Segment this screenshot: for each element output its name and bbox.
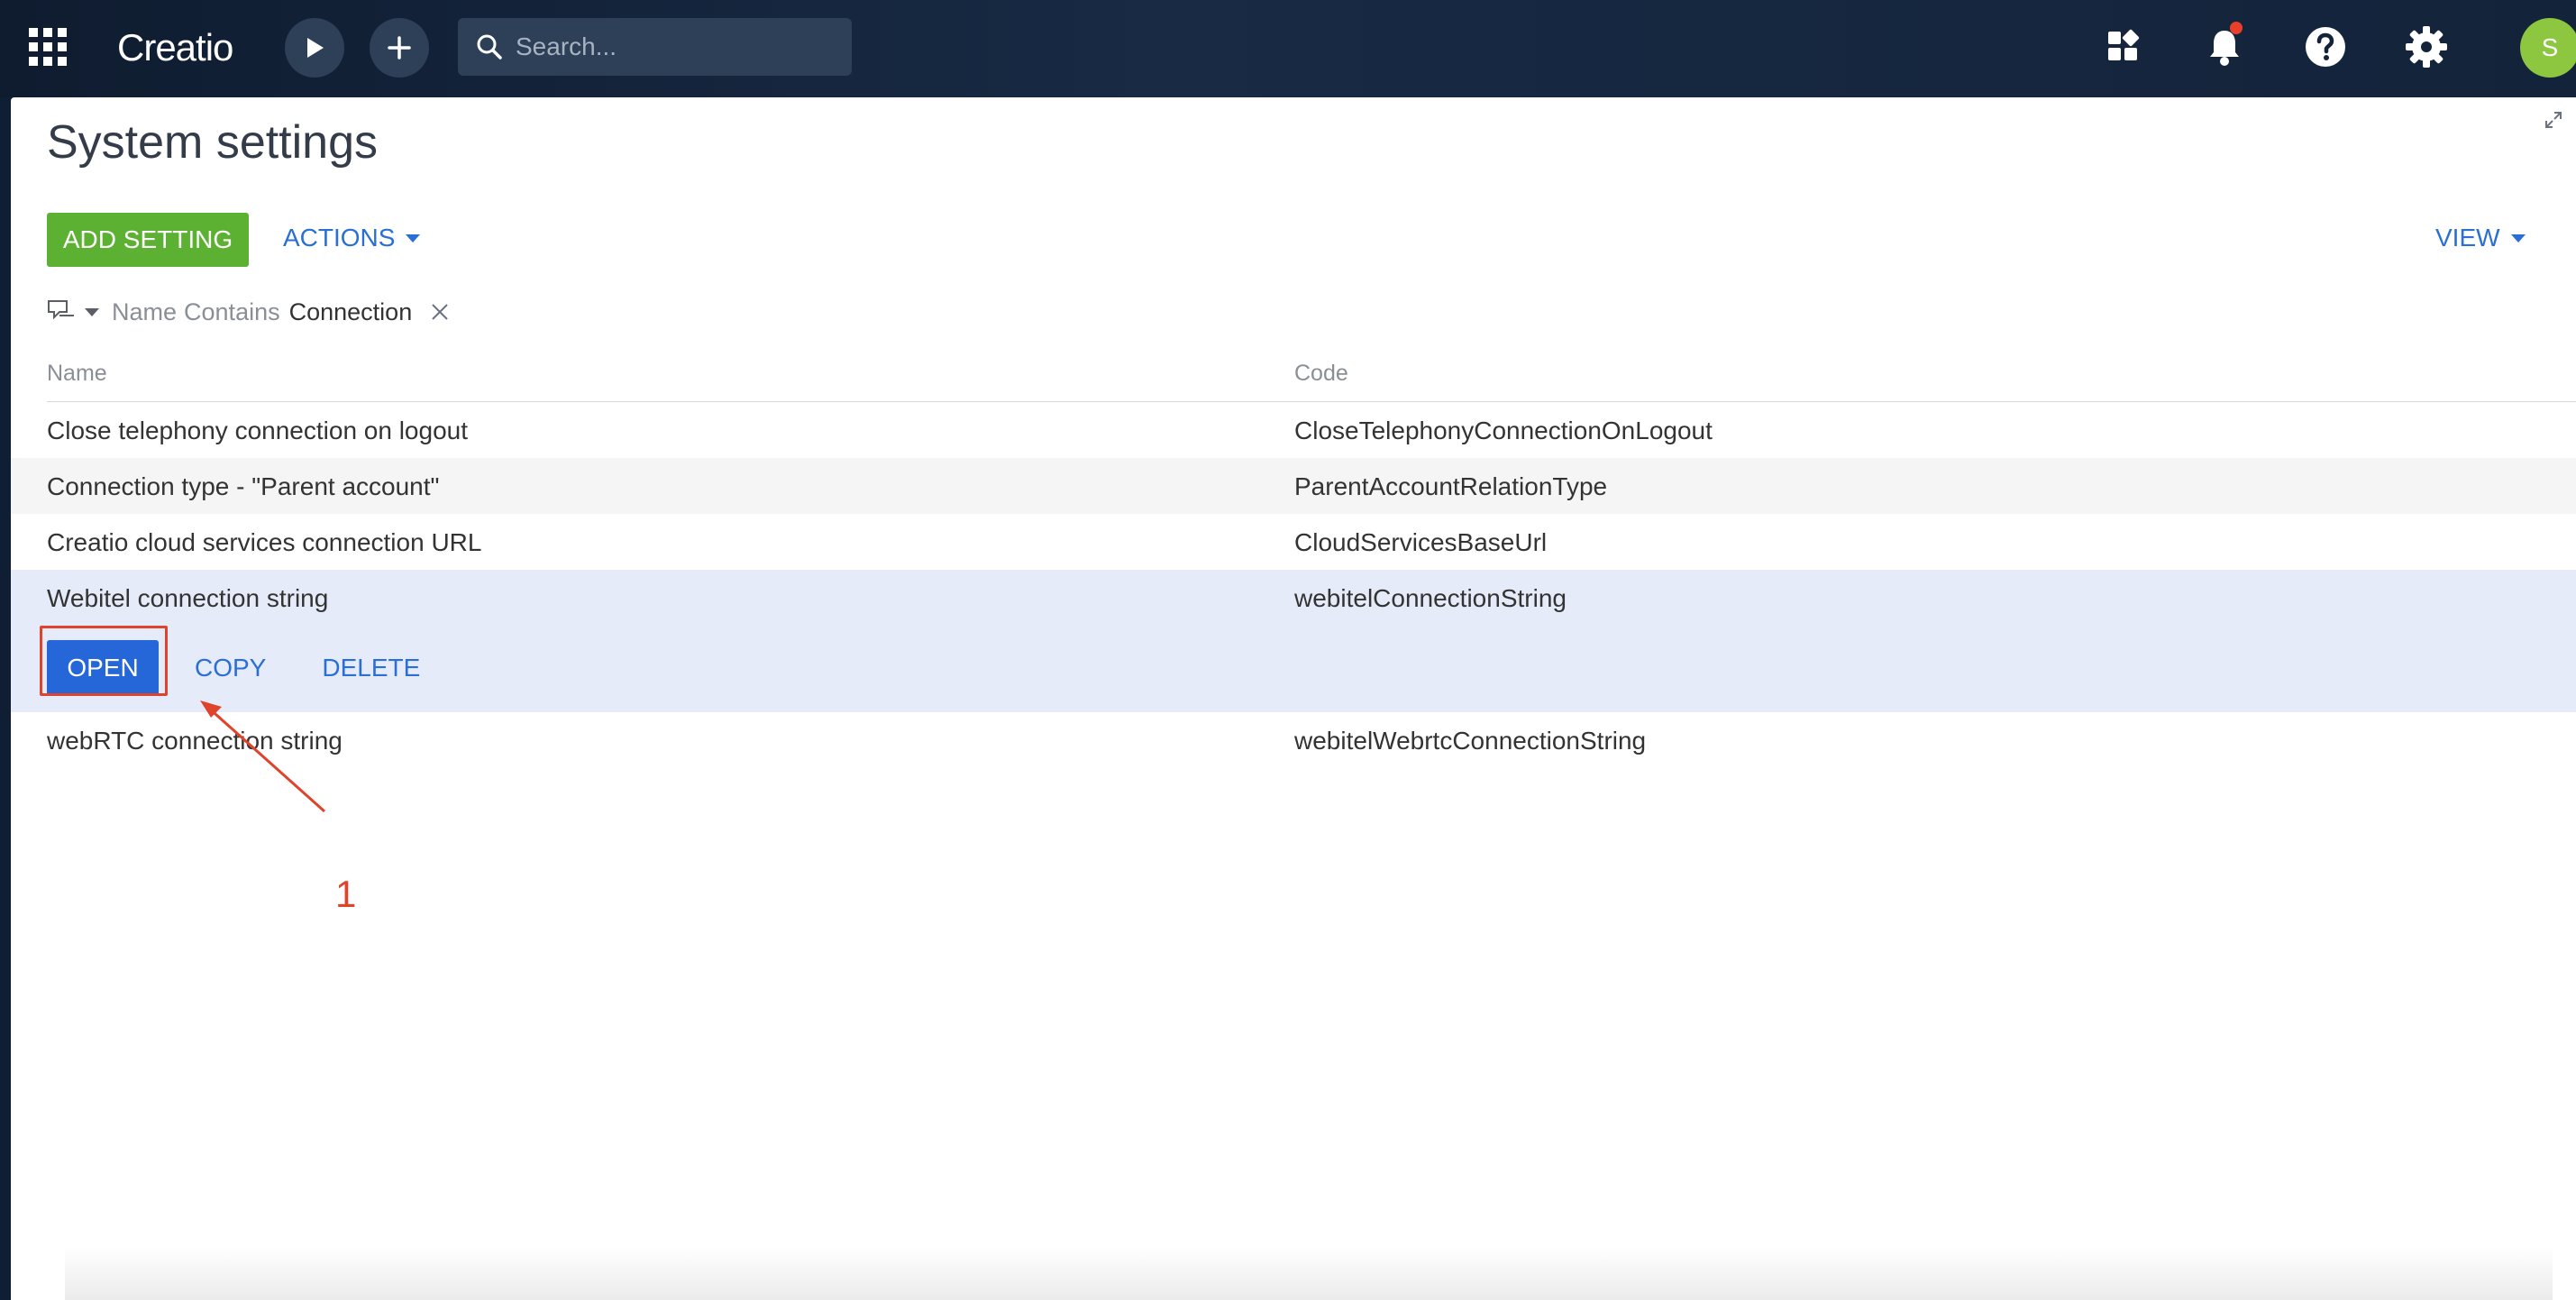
- chevron-down-icon[interactable]: [85, 307, 99, 316]
- copy-button[interactable]: COPY: [195, 654, 266, 682]
- creatio-logo[interactable]: Creatio: [117, 25, 233, 70]
- filter-bar: Name Contains Connection: [47, 292, 450, 332]
- filter-operator[interactable]: Contains: [184, 298, 280, 326]
- column-header-name[interactable]: Name: [47, 361, 107, 387]
- search-input[interactable]: [516, 32, 840, 61]
- plus-icon: [388, 36, 411, 60]
- chevron-down-icon: [2510, 233, 2526, 243]
- view-dropdown[interactable]: VIEW: [2435, 224, 2526, 252]
- column-header-code[interactable]: Code: [1294, 361, 1348, 387]
- cell-code: CloudServicesBaseUrl: [1294, 528, 1548, 556]
- cell-name: Webitel connection string: [47, 584, 329, 612]
- run-process-button[interactable]: [285, 18, 344, 78]
- notifications-button[interactable]: [2199, 22, 2250, 72]
- filter-value[interactable]: Connection: [289, 298, 413, 326]
- user-avatar[interactable]: S: [2520, 18, 2576, 78]
- annotation-arrow-icon: [200, 700, 325, 813]
- play-icon: [307, 38, 324, 58]
- cell-code: webitelConnectionString: [1294, 584, 1567, 612]
- search-box[interactable]: [458, 18, 852, 76]
- settings-button[interactable]: [2401, 22, 2452, 72]
- table-row[interactable]: webRTC connection string webitelWebrtcCo…: [11, 712, 2576, 768]
- cell-name: Close telephony connection on logout: [47, 417, 469, 444]
- expand-icon[interactable]: [2544, 110, 2563, 130]
- grid-header: Name Code: [47, 348, 2576, 402]
- page-title: System settings: [47, 116, 379, 169]
- bottom-shadow: [65, 1246, 2553, 1300]
- actions-dropdown[interactable]: ACTIONS: [283, 224, 421, 252]
- view-label: VIEW: [2435, 224, 2500, 252]
- table-row[interactable]: Close telephony connection on logout Clo…: [11, 402, 2576, 458]
- main-panel: System settings ADD SETTING ACTIONS VIEW…: [11, 97, 2576, 1300]
- notification-dot: [2230, 22, 2243, 34]
- widgets-button[interactable]: [2098, 22, 2149, 72]
- annotation-highlight-box: [40, 626, 168, 696]
- search-icon: [477, 34, 502, 60]
- delete-button[interactable]: DELETE: [322, 654, 420, 682]
- widgets-icon: [2108, 29, 2140, 60]
- cell-name: Connection type - "Parent account": [47, 472, 440, 500]
- help-button[interactable]: [2300, 22, 2351, 72]
- help-icon: [2306, 27, 2345, 67]
- add-setting-button[interactable]: ADD SETTING: [47, 213, 249, 267]
- table-row[interactable]: Connection type - "Parent account" Paren…: [11, 458, 2576, 514]
- top-bar: Creatio Search... S: [0, 0, 2576, 97]
- table-row[interactable]: Creatio cloud services connection URL Cl…: [11, 514, 2576, 570]
- app-grid-icon[interactable]: [29, 28, 67, 66]
- annotation-number: 1: [335, 873, 357, 915]
- cell-name: Creatio cloud services connection URL: [47, 528, 482, 556]
- actions-label: ACTIONS: [283, 224, 396, 252]
- cell-code: CloseTelephonyConnectionOnLogout: [1294, 417, 1713, 444]
- gear-icon: [2406, 26, 2447, 68]
- close-icon[interactable]: [430, 302, 450, 322]
- table-row-selected[interactable]: Webitel connection string webitelConnect…: [11, 570, 2576, 712]
- cell-code: webitelWebrtcConnectionString: [1294, 727, 1647, 755]
- chevron-down-icon: [406, 233, 421, 243]
- filter-icon[interactable]: [47, 298, 78, 326]
- cell-code: ParentAccountRelationType: [1294, 472, 1608, 500]
- filter-field[interactable]: Name: [112, 298, 177, 326]
- add-new-button[interactable]: [370, 18, 429, 78]
